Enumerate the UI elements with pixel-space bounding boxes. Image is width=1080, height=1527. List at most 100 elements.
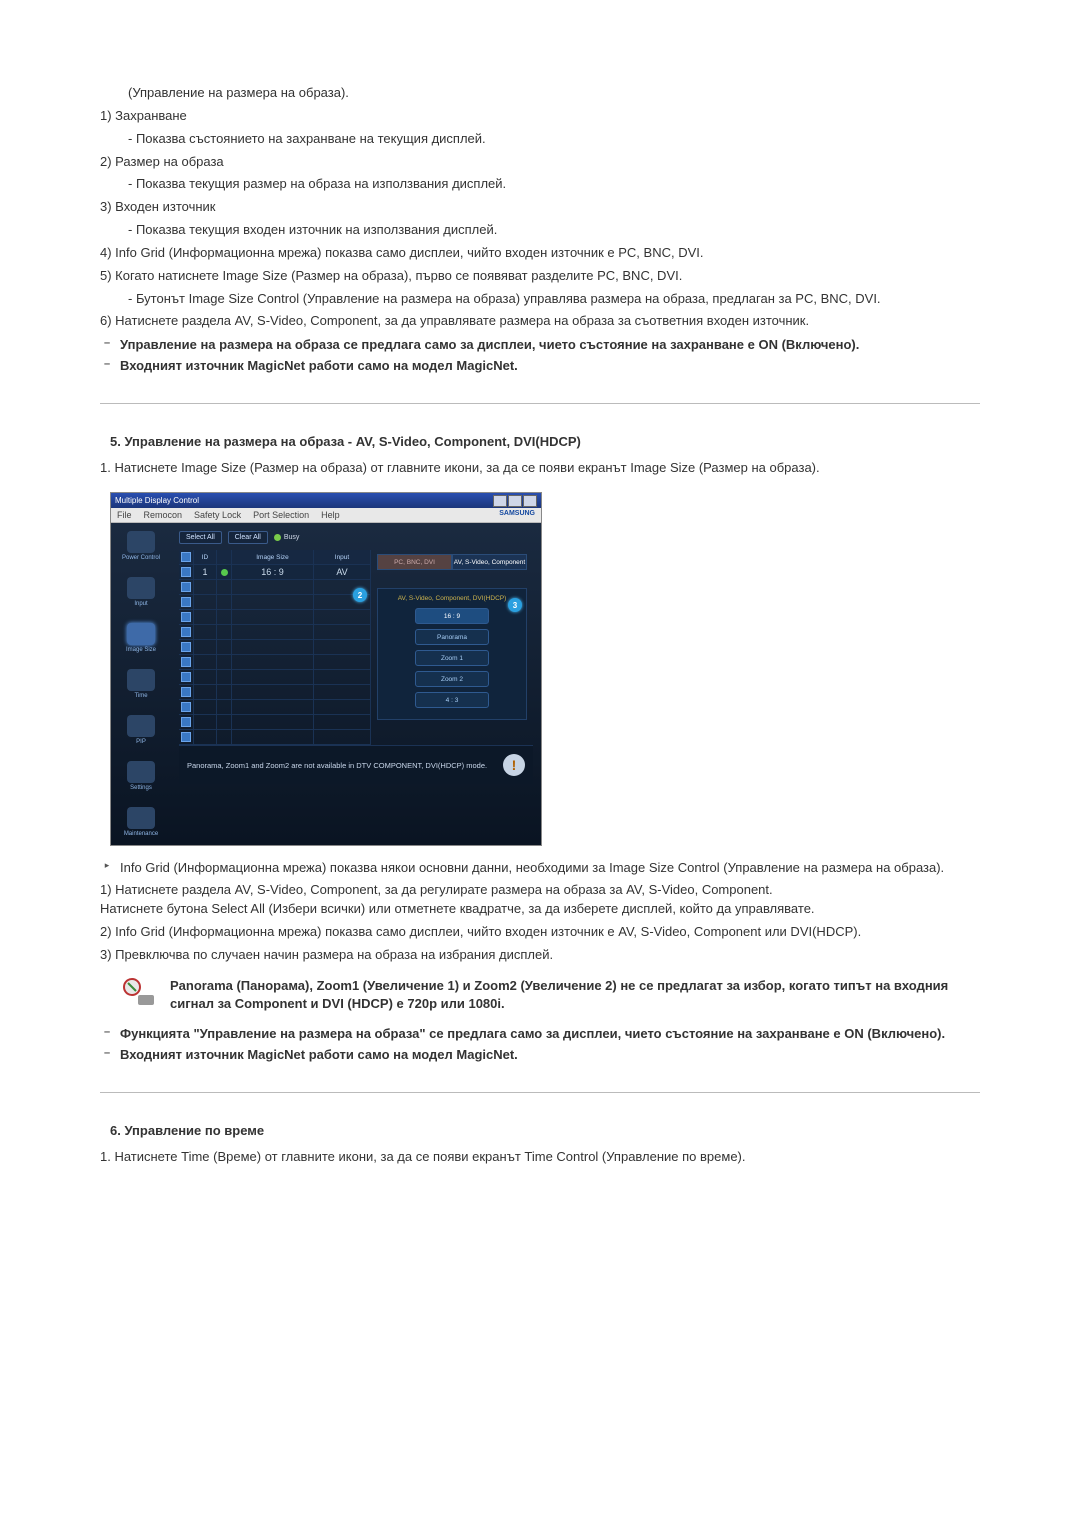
sidebar-item[interactable]: Power Control: [119, 531, 163, 561]
divider: [100, 1092, 980, 1093]
sidebar-label: Maintenance: [124, 831, 158, 837]
app-window: Multiple Display Control File Remocon Safe…: [110, 492, 542, 846]
sidebar-icon: [127, 807, 155, 829]
header-input: Input: [314, 550, 371, 564]
row-checkbox[interactable]: [181, 627, 191, 637]
size-option-button[interactable]: Zoom 2: [415, 671, 489, 687]
sidebar-label: Settings: [130, 785, 152, 791]
row-checkbox[interactable]: [181, 612, 191, 622]
row-checkbox[interactable]: [181, 672, 191, 682]
after-numbered-list: 1) Натиснете раздела AV, S-Video, Compon…: [100, 881, 980, 964]
grid-row-empty: [179, 715, 371, 730]
size-option-button[interactable]: 4 : 3: [415, 692, 489, 708]
grid-row-empty: [179, 730, 371, 745]
grid-row-empty: [179, 610, 371, 625]
sidebar-item[interactable]: Settings: [119, 761, 163, 791]
list-sub-item: - Показва текущия размер на образа на из…: [128, 175, 980, 194]
busy-dot-icon: [274, 534, 281, 541]
row-checkbox[interactable]: [181, 717, 191, 727]
menu-item[interactable]: Safety Lock: [194, 510, 241, 520]
top-notes: Управление на размера на образа се предл…: [100, 337, 980, 373]
sidebar-icon: [127, 623, 155, 645]
note-item: Управление на размера на образа се предл…: [100, 337, 980, 352]
note-item: Входният източник MagicNet работи само н…: [100, 1047, 980, 1062]
grid-header: ID Image Size Input: [179, 550, 371, 565]
tab-av-svideo-component[interactable]: AV, S-Video, Component: [452, 554, 527, 570]
row-checkbox[interactable]: [181, 687, 191, 697]
note-text: Входният източник MagicNet работи само н…: [120, 1047, 518, 1062]
clear-all-button[interactable]: Clear All: [228, 531, 268, 544]
info-grid: ID Image Size Input 1 16 : 9 AV: [179, 550, 371, 745]
sidebar-item[interactable]: Image Size: [119, 623, 163, 653]
list-item: 3) Входен източник: [100, 198, 980, 217]
sidebar-icon: [127, 715, 155, 737]
menu-item[interactable]: Help: [321, 510, 340, 520]
size-option-button[interactable]: 16 : 9: [415, 608, 489, 624]
dash-icon: [100, 337, 114, 349]
dash-icon: [100, 1026, 114, 1038]
bottom-strip: Panorama, Zoom1 and Zoom2 are not availa…: [179, 745, 533, 784]
app-menubar: File Remocon Safety Lock Port Selection Help…: [111, 508, 541, 523]
warn-note-row: Panorama (Панорама), Zoom1 (Увеличение 1…: [120, 977, 980, 1015]
grid-row-empty: [179, 655, 371, 670]
row-checkbox[interactable]: [181, 567, 191, 577]
grid-row-empty: [179, 595, 371, 610]
grid-row-empty: [179, 625, 371, 640]
list-item: 2) Размер на образа: [100, 153, 980, 172]
sidebar-label: PIP: [136, 739, 146, 745]
sidebar-item[interactable]: Time: [119, 669, 163, 699]
app-main: Select All Clear All Busy ID: [171, 523, 541, 845]
bottom-note: Panorama, Zoom1 and Zoom2 are not availa…: [187, 761, 487, 770]
section5-title: 5. Управление на размера на образа - AV,…: [110, 434, 980, 449]
dash-icon: [100, 358, 114, 370]
app-sidebar: Power Control Input Image Size Time PIP Setti…: [111, 523, 171, 845]
header-lamp-icon: [217, 550, 232, 564]
intro-line: (Управление на размера на образа).: [128, 84, 980, 103]
sidebar-item[interactable]: Input: [119, 577, 163, 607]
tab-pc-bnc-dvi[interactable]: PC, BNC, DVI: [377, 554, 452, 570]
tab-row: PC, BNC, DVI AV, S-Video, Component: [377, 554, 527, 570]
top-numbered-list: 1) Захранване- Показва състоянието на за…: [100, 107, 980, 331]
note-text: Управление на размера на образа се предл…: [120, 337, 859, 352]
minimize-button[interactable]: [493, 495, 507, 507]
dash-icon: [100, 1047, 114, 1059]
close-button[interactable]: [523, 495, 537, 507]
menu-item[interactable]: Port Selection: [253, 510, 309, 520]
maximize-button[interactable]: [508, 495, 522, 507]
row-checkbox[interactable]: [181, 597, 191, 607]
grid-row[interactable]: 1 16 : 9 AV: [179, 565, 371, 580]
size-option-button[interactable]: Panorama: [415, 629, 489, 645]
grid-row-empty: [179, 685, 371, 700]
row-checkbox[interactable]: [181, 702, 191, 712]
sidebar-item[interactable]: Maintenance: [119, 807, 163, 837]
app-titlebar: Multiple Display Control: [111, 493, 541, 508]
grid-row-empty: [179, 700, 371, 715]
app-screenshot: Multiple Display Control File Remocon Safe…: [110, 492, 980, 846]
list-item: 1) Натиснете раздела AV, S-Video, Compon…: [100, 881, 980, 919]
row-checkbox[interactable]: [181, 642, 191, 652]
row-checkbox[interactable]: [181, 657, 191, 667]
row-checkbox[interactable]: [181, 732, 191, 742]
sidebar-label: Input: [134, 601, 147, 607]
status-lamp-icon: [221, 569, 228, 576]
list-item: 4) Info Grid (Информационна мрежа) показ…: [100, 244, 980, 263]
row-checkbox[interactable]: [181, 582, 191, 592]
tool-warning-icon: [120, 977, 160, 1011]
section5-step1: 1. Натиснете Image Size (Размер на образ…: [100, 459, 980, 478]
size-option-button[interactable]: Zoom 1: [415, 650, 489, 666]
menu-item[interactable]: Remocon: [144, 510, 183, 520]
sidebar-item[interactable]: PIP: [119, 715, 163, 745]
sidebar-icon: [127, 577, 155, 599]
busy-label: Busy: [284, 534, 300, 541]
header-checkbox[interactable]: [181, 552, 191, 562]
menu-item[interactable]: File: [117, 510, 132, 520]
list-item: 3) Превключва по случаен начин размера н…: [100, 946, 980, 965]
list-item: 2) Info Grid (Информационна мрежа) показ…: [100, 923, 980, 942]
grid-row-empty: [179, 580, 371, 595]
select-all-button[interactable]: Select All: [179, 531, 222, 544]
menubar-items: File Remocon Safety Lock Port Selection Help: [117, 510, 340, 520]
app-title: Multiple Display Control: [115, 496, 199, 505]
list-sub-item: - Показва текущия входен източник на изп…: [128, 221, 980, 240]
grid-row-empty: [179, 670, 371, 685]
sidebar-label: Power Control: [122, 555, 160, 561]
